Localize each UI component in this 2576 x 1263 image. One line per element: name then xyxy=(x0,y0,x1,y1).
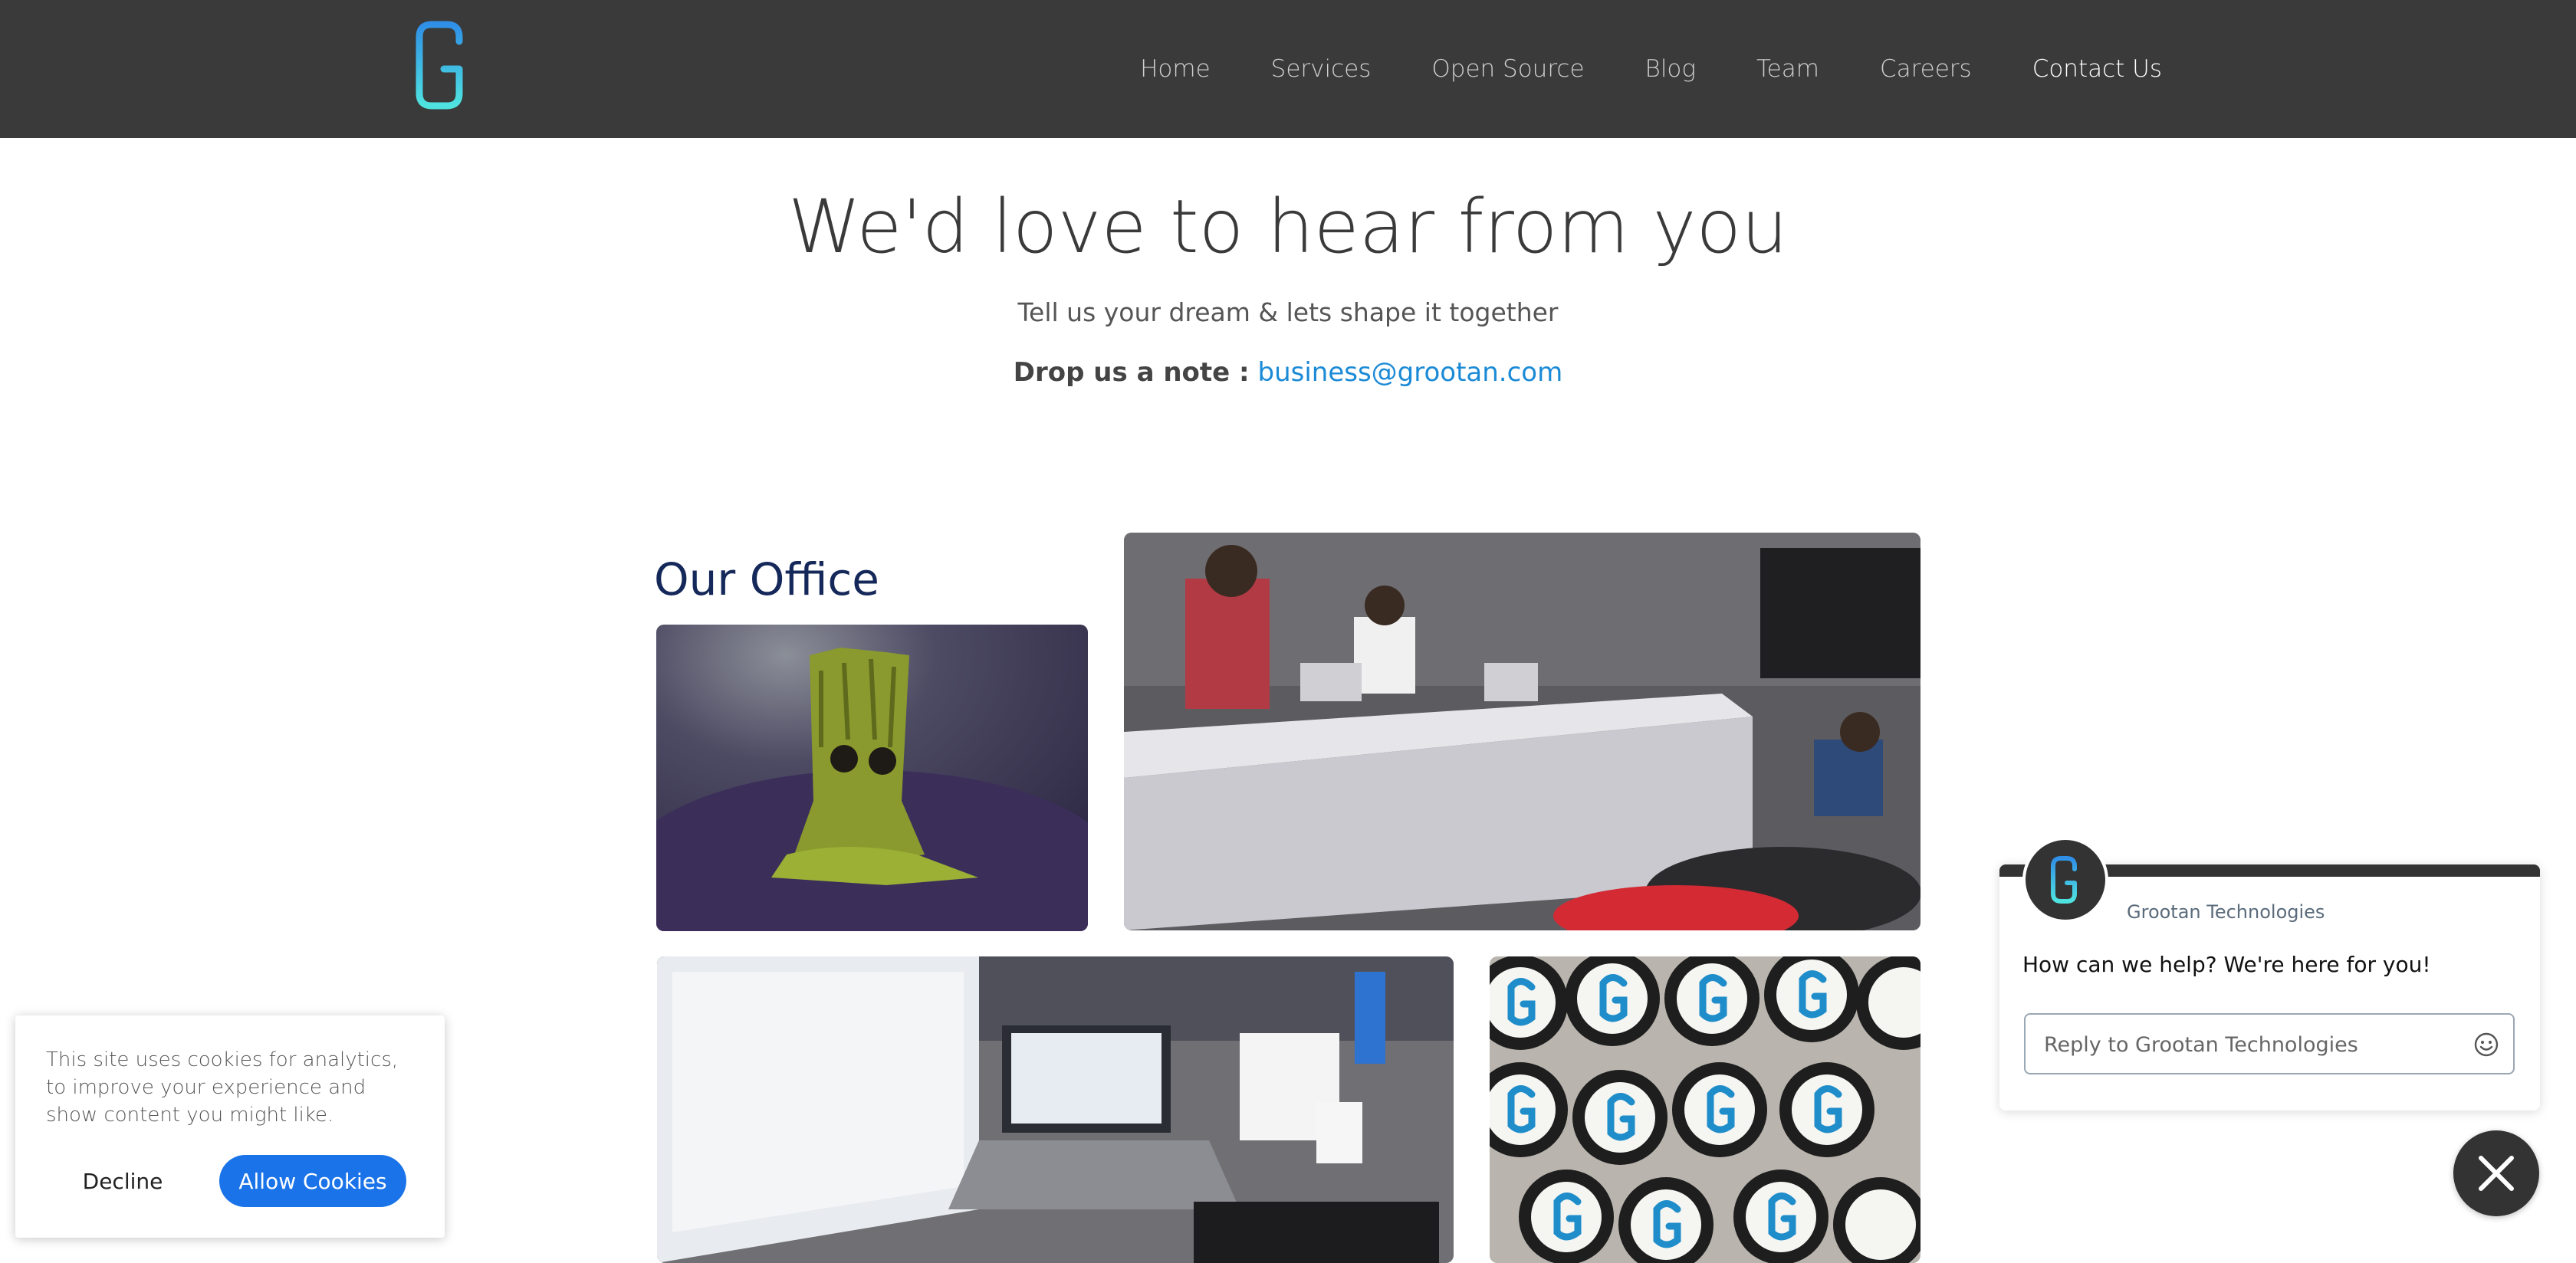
office-photo-groot-figure xyxy=(656,625,1088,931)
cookie-text: This site uses cookies for analytics, to… xyxy=(46,1048,399,1127)
hero-subtitle: Tell us your dream & lets shape it toget… xyxy=(1017,297,1559,327)
cookie-banner: This site uses cookies for analytics, to… xyxy=(15,1015,445,1238)
chat-avatar xyxy=(2022,837,2108,923)
page-title: We'd love to hear from you xyxy=(788,184,1788,270)
nav-home[interactable]: Home xyxy=(1140,55,1211,83)
nav-contact-us[interactable]: Contact Us xyxy=(2032,55,2162,83)
chat-reply-input[interactable] xyxy=(2042,1015,2459,1074)
email-link[interactable]: business@grootan.com xyxy=(1257,357,1562,388)
office-section-title: Our Office xyxy=(654,553,879,605)
nav-team[interactable]: Team xyxy=(1756,55,1819,83)
note-label: Drop us a note : xyxy=(1013,357,1250,388)
chat-reply-field[interactable] xyxy=(2024,1013,2515,1074)
office-photo-workspace xyxy=(1124,533,1921,930)
contact-note: Drop us a note : business@grootan.com xyxy=(0,357,2576,388)
chat-close-button[interactable] xyxy=(2453,1130,2539,1216)
emoji-icon[interactable] xyxy=(2473,1032,2499,1058)
close-icon xyxy=(2479,1156,2514,1191)
allow-cookies-button[interactable]: Allow Cookies xyxy=(219,1155,406,1207)
office-photo-laptop-desk xyxy=(657,956,1454,1263)
grootan-avatar-icon xyxy=(2051,856,2077,904)
decline-cookies-button[interactable]: Decline xyxy=(46,1155,199,1207)
main-nav: Home Services Open Source Blog Team Care… xyxy=(1079,0,2162,138)
nav-services[interactable]: Services xyxy=(1271,55,1372,83)
site-header: Home Services Open Source Blog Team Care… xyxy=(0,0,2576,138)
office-photo-cupcakes xyxy=(1490,956,1921,1263)
chat-greeting-message: How can we help? We're here for you! xyxy=(2022,952,2431,977)
chat-company-name: Grootan Technologies xyxy=(2127,901,2325,923)
chat-widget: Grootan Technologies How can we help? We… xyxy=(1999,837,2540,1110)
nav-careers[interactable]: Careers xyxy=(1880,55,1972,83)
grootan-logo-icon[interactable] xyxy=(410,20,468,110)
nav-blog[interactable]: Blog xyxy=(1645,55,1696,83)
nav-open-source[interactable]: Open Source xyxy=(1431,55,1584,83)
